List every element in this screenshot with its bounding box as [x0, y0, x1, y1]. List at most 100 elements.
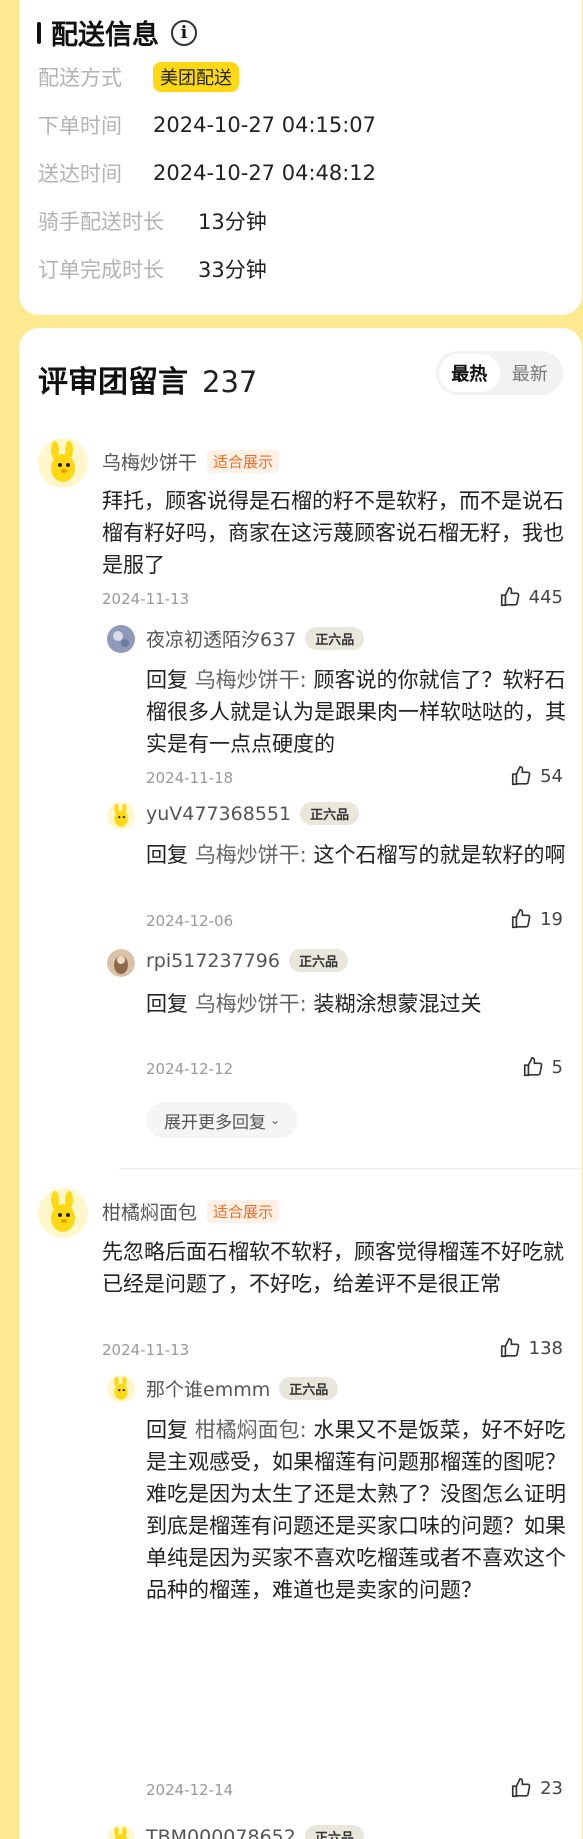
reply-username-row: 那个谁emmm 正六品: [146, 1375, 339, 1402]
order-duration-row: 订单完成时长 33分钟: [38, 254, 267, 284]
rider-duration-row: 骑手配送时长 13分钟: [38, 206, 267, 236]
chevron-down-icon: ⌄: [270, 1113, 281, 1127]
like-button[interactable]: 138: [499, 1337, 563, 1359]
thumbs-up-icon: [512, 909, 531, 929]
reply-username[interactable]: 夜凉初透陌汐637: [146, 625, 296, 652]
comment-date: 2024-11-13: [102, 1341, 190, 1359]
like-count: 445: [528, 586, 563, 608]
like-button[interactable]: 23: [510, 1777, 563, 1799]
avatar[interactable]: [107, 949, 135, 977]
order-duration-label: 订单完成时长: [38, 258, 164, 282]
like-count: 5: [551, 1056, 563, 1078]
duck-avatar-icon: [107, 1825, 135, 1839]
reply-text: 回复 乌梅炒饼干: 装糊涂想蒙混过关: [146, 988, 574, 1020]
delivery-method-row: 配送方式 美团配送: [38, 62, 239, 92]
reply-target[interactable]: 乌梅炒饼干:: [195, 668, 307, 692]
comment-username[interactable]: 柑橘焖面包: [102, 1198, 197, 1225]
reply-username-row: TBM000078652 正六品: [146, 1825, 364, 1839]
avatar[interactable]: [107, 625, 135, 653]
reply-date: 2024-11-18: [146, 769, 234, 787]
reply-prefix: 回复: [146, 992, 188, 1016]
reply-content: 装糊涂想蒙混过关: [313, 992, 482, 1016]
reply-text: 回复 柑橘焖面包: 水果又不是饭菜，好不好吃是主观感受，如果榴莲有问题那榴莲的图…: [146, 1414, 574, 1606]
comments-count: 237: [202, 365, 258, 399]
reply-username-row: 夜凉初透陌汐637 正六品: [146, 625, 365, 652]
level-badge: 正六品: [304, 1825, 364, 1839]
thumbs-up-icon: [523, 1057, 542, 1077]
expand-label: 展开更多回复: [164, 1112, 266, 1133]
comment-username-row: 乌梅炒饼干 适合展示: [102, 448, 280, 475]
reply-username-row: yuV477368551 正六品: [146, 802, 360, 825]
thumbs-up-icon: [512, 766, 531, 786]
reply-username[interactable]: 那个谁emmm: [146, 1375, 270, 1402]
duck-avatar-icon: [38, 438, 88, 488]
avatar[interactable]: [107, 1375, 135, 1403]
avatar[interactable]: [107, 1825, 135, 1839]
reply-username[interactable]: rpi517237796: [146, 950, 280, 972]
featured-tag: 适合展示: [207, 450, 280, 473]
delivered-time-label: 送达时间: [38, 162, 122, 186]
like-count: 138: [528, 1337, 563, 1359]
reply-target[interactable]: 乌梅炒饼干:: [195, 843, 307, 867]
comment-username[interactable]: 乌梅炒饼干: [102, 448, 197, 475]
expand-more-replies-button[interactable]: 展开更多回复 ⌄: [146, 1102, 299, 1138]
reply-target[interactable]: 柑橘焖面包:: [195, 1418, 307, 1442]
level-badge: 正六品: [288, 949, 348, 972]
reply-username-row: rpi517237796 正六品: [146, 949, 348, 972]
avatar[interactable]: [38, 438, 88, 488]
reply-text: 回复 乌梅炒饼干: 顾客说的你就信了？软籽石榴很多人就是认为是跟果肉一样软哒哒的…: [146, 664, 574, 760]
reply-content: 这个石榴写的就是软籽的啊: [313, 843, 566, 867]
featured-tag: 适合展示: [207, 1200, 280, 1223]
duck-avatar-icon: [38, 1188, 88, 1238]
order-duration-value: 33分钟: [198, 258, 267, 282]
jury-comments-card: 评审团留言 237 最热 最新 乌梅炒饼干 适合展示 拜托，顾客说得是石榴的籽不…: [19, 328, 582, 1839]
like-button[interactable]: 54: [510, 765, 563, 787]
delivery-section-title: 配送信息 i: [37, 13, 197, 52]
delivery-info-card: 配送信息 i 配送方式 美团配送 下单时间 2024-10-27 04:15:0…: [19, 0, 582, 315]
sort-hot-button[interactable]: 最热: [439, 354, 500, 392]
reply-username[interactable]: TBM000078652: [146, 1826, 296, 1839]
delivered-time-value: 2024-10-27 04:48:12: [153, 161, 377, 185]
like-count: 23: [540, 1777, 563, 1799]
user-photo-icon: [107, 625, 135, 653]
comment-divider: [119, 1168, 582, 1169]
reply-date: 2024-12-14: [146, 1781, 234, 1799]
duck-avatar-icon: [107, 802, 135, 830]
comments-header: 评审团留言 237: [38, 357, 257, 401]
reply-prefix: 回复: [146, 668, 188, 692]
reply-content: 水果又不是饭菜，好不好吃是主观感受，如果榴莲有问题那榴莲的图呢？难吃是因为太生了…: [146, 1418, 566, 1602]
info-icon[interactable]: i: [171, 19, 197, 46]
order-time-value: 2024-10-27 04:15:07: [153, 113, 377, 137]
reply-target[interactable]: 乌梅炒饼干:: [195, 992, 307, 1016]
sort-new-button[interactable]: 最新: [500, 354, 561, 392]
delivery-method-badge: 美团配送: [153, 62, 239, 92]
level-badge: 正六品: [300, 802, 360, 825]
rider-duration-value: 13分钟: [198, 210, 267, 234]
thumbs-up-icon: [500, 587, 520, 607]
thumbs-up-icon: [512, 1778, 531, 1798]
delivery-title-text: 配送信息: [51, 20, 159, 51]
like-button[interactable]: 445: [499, 586, 563, 608]
thumbs-up-icon: [500, 1338, 520, 1358]
sort-toggle: 最热 最新: [436, 351, 563, 395]
like-count: 19: [540, 908, 563, 930]
delivered-time-row: 送达时间 2024-10-27 04:48:12: [38, 158, 376, 188]
like-button[interactable]: 19: [510, 908, 563, 930]
rider-duration-label: 骑手配送时长: [38, 210, 164, 234]
avatar[interactable]: [38, 1188, 88, 1238]
duck-avatar-icon: [107, 1375, 135, 1403]
reply-username[interactable]: yuV477368551: [146, 803, 291, 825]
reply-date: 2024-12-06: [146, 912, 234, 930]
like-count: 54: [540, 765, 563, 787]
comment-text: 拜托，顾客说得是石榴的籽不是软籽，而不是说石榴有籽好吗，商家在这污蔑顾客说石榴无…: [102, 489, 564, 577]
reply-text: 回复 乌梅炒饼干: 这个石榴写的就是软籽的啊: [146, 839, 574, 871]
order-time-row: 下单时间 2024-10-27 04:15:07: [38, 110, 376, 140]
reply-date: 2024-12-12: [146, 1060, 234, 1078]
avatar[interactable]: [107, 802, 135, 830]
comment-text: 先忽略后面石榴软不软籽，顾客觉得榴莲不好吃就已经是问题了，不好吃，给差评不是很正…: [102, 1240, 564, 1296]
comment-username-row: 柑橘焖面包 适合展示: [102, 1198, 280, 1225]
like-button[interactable]: 5: [522, 1056, 563, 1078]
delivery-method-label: 配送方式: [38, 66, 122, 90]
comments-title: 评审团留言: [38, 365, 188, 400]
level-badge: 正六品: [279, 1377, 339, 1400]
